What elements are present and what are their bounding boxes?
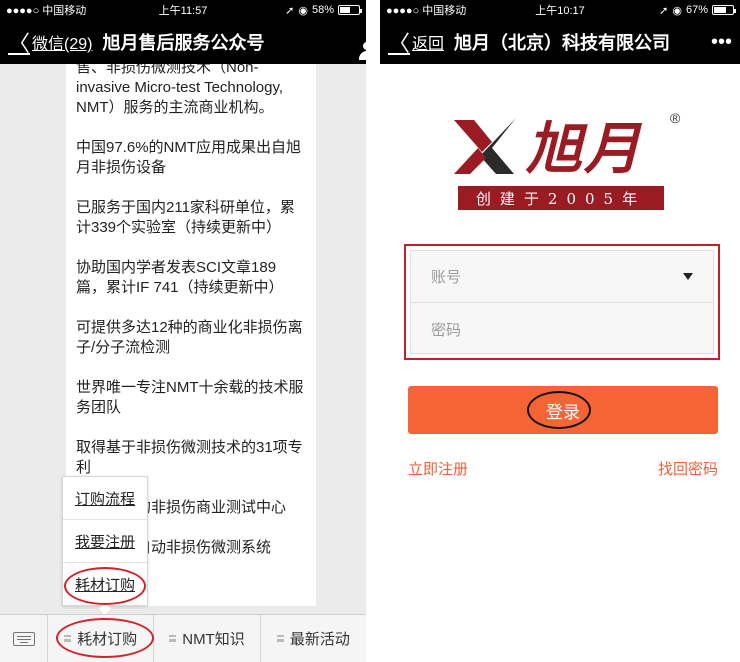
message-paragraph: 已服务于国内211家科研单位，累计339个实验室（持续更新中） <box>76 199 295 236</box>
status-right: ➚ ◉ 67% <box>618 4 736 17</box>
logo-name: 旭月 <box>526 116 642 182</box>
more-button[interactable]: ••• <box>711 31 732 54</box>
login-form-annotation: 账号 密码 <box>404 244 720 360</box>
carrier-label: ●●●●○ 中国移动 <box>6 5 87 17</box>
location-icon: ➚ <box>659 4 669 17</box>
left-phone-screen: ●●●●○ 中国移动 上午11:57 ➚ ◉ 58% 〈 微信(29) 旭月售后… <box>0 0 366 662</box>
page-title: 旭月（北京）科技有限公司 <box>454 33 671 53</box>
submenu-popup: 订购流程 我要注册 耗材订购 <box>62 476 148 606</box>
status-bar: ●●●●○ 中国移动 上午10:17 ➚ ◉ 67% <box>380 0 740 20</box>
submenu-consumables-order[interactable]: 耗材订购 <box>63 563 147 606</box>
menu-tab-consumables[interactable]: 耗材订购 <box>48 615 155 662</box>
status-right: ➚ ◉ 58% <box>242 4 362 17</box>
menu-icon <box>169 635 177 642</box>
registered-mark: ® <box>670 110 681 126</box>
battery-percent: 58% <box>311 4 334 16</box>
login-button[interactable]: 登录 <box>408 386 718 434</box>
status-bar: ●●●●○ 中国移动 上午11:57 ➚ ◉ 58% <box>0 0 366 20</box>
account-placeholder: 账号 <box>431 269 462 286</box>
keyboard-icon <box>12 631 35 646</box>
battery-icon <box>712 5 736 15</box>
back-button[interactable]: 〈 返回 <box>388 26 444 58</box>
message-paragraph: 世界唯一专注NMT十余载的技术服务团队 <box>76 379 304 416</box>
logo-mark-icon <box>454 118 516 174</box>
status-time: 上午10:17 <box>535 5 585 17</box>
chevron-left-icon: 〈 <box>8 31 31 56</box>
alarm-icon: ◉ <box>298 4 308 17</box>
submenu-order-process[interactable]: 订购流程 <box>63 477 147 520</box>
message-paragraph: 中国97.6%的NMT应用成果出自旭月非损伤设备 <box>76 139 302 176</box>
back-label: 微信(29) <box>32 36 93 53</box>
menu-tab-label: 最新活动 <box>289 631 350 648</box>
account-field[interactable]: 账号 <box>411 251 713 303</box>
password-placeholder: 密码 <box>431 321 462 339</box>
menu-tab-label: NMT知识 <box>182 631 245 648</box>
submenu-register[interactable]: 我要注册 <box>63 520 147 563</box>
nav-bar: 〈 返回 旭月（北京）科技有限公司 ••• <box>380 20 740 64</box>
right-phone-screen: ●●●●○ 中国移动 上午10:17 ➚ ◉ 67% 〈 返回 旭月（北京）科技… <box>380 0 740 662</box>
message-paragraph: 售、非损伤微测技术（Non-invasive Micro-test Techno… <box>76 64 284 116</box>
message-paragraph: 协助国内学者发表SCI文章189篇，累计IF 741（持续更新中） <box>76 259 284 296</box>
status-time: 上午11:57 <box>158 5 208 17</box>
logo-tagline: 创建于2005年 <box>458 186 664 210</box>
battery-fill <box>714 7 726 13</box>
login-form: 账号 密码 <box>410 250 714 354</box>
menu-icon <box>276 635 284 642</box>
dropdown-caret-icon[interactable] <box>683 273 693 280</box>
menu-tab-news[interactable]: 最新活动 <box>261 615 366 662</box>
login-links: 立即注册 找回密码 <box>408 458 718 479</box>
back-label: 返回 <box>412 36 445 53</box>
register-link[interactable]: 立即注册 <box>408 458 468 479</box>
company-logo: 旭月 ® 创建于2005年 <box>380 96 740 216</box>
password-field[interactable]: 密码 <box>411 303 713 355</box>
carrier-label: ●●●●○ 中国移动 <box>386 5 467 17</box>
back-button[interactable]: 〈 微信(29) <box>8 26 92 58</box>
battery-percent: 67% <box>685 4 708 16</box>
keyboard-toggle-button[interactable] <box>0 615 48 662</box>
menu-tab-nmt[interactable]: NMT知识 <box>154 615 261 662</box>
alarm-icon: ◉ <box>672 4 682 17</box>
location-icon: ➚ <box>285 4 295 17</box>
message-paragraph: 取得基于非损伤微测技术的31项专利 <box>76 439 303 476</box>
battery-fill <box>340 7 350 13</box>
menu-bar: 耗材订购 NMT知识 最新活动 <box>0 614 366 662</box>
battery-icon <box>338 5 362 15</box>
menu-icon <box>64 635 72 642</box>
page-title: 旭月售后服务公众号 <box>102 33 265 53</box>
nav-bar: 〈 微信(29) 旭月售后服务公众号 <box>0 20 366 64</box>
message-paragraph: 可提供多达12种的商业化非损伤离子/分子流检测 <box>76 319 303 356</box>
menu-tab-label: 耗材订购 <box>77 631 138 648</box>
chevron-left-icon: 〈 <box>388 31 411 56</box>
recover-password-link[interactable]: 找回密码 <box>658 458 718 479</box>
